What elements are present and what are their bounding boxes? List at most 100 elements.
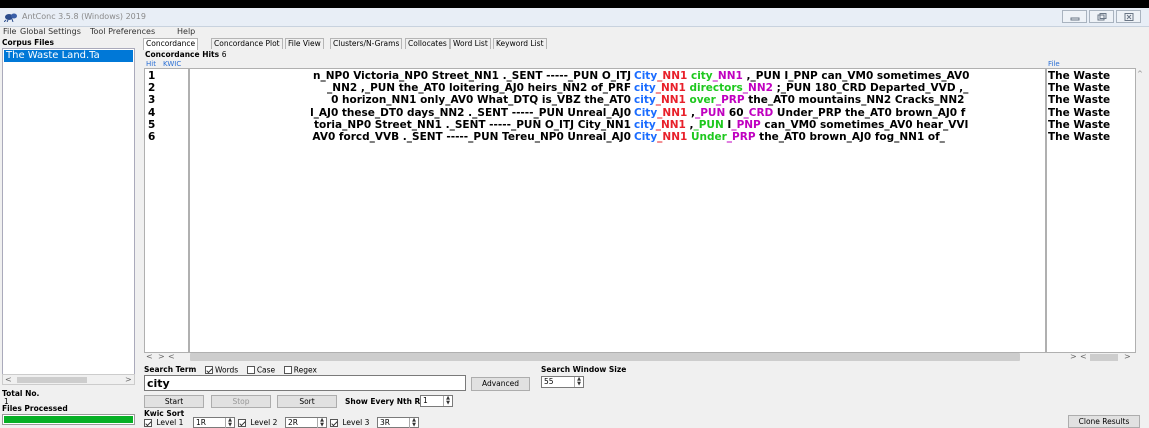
kwic-token: _NN1: [655, 118, 686, 131]
start-button[interactable]: Start: [144, 395, 204, 408]
spinner-arrows-icon[interactable]: ▲ ▼: [574, 377, 583, 387]
file-name[interactable]: The Waste: [1048, 94, 1110, 106]
scroll-left-icon[interactable]: <: [168, 352, 175, 361]
clone-results-button[interactable]: Clone Results: [1068, 415, 1140, 428]
kwic-token: Under_PRP the_AT0 brown_AJ0 f: [773, 106, 966, 119]
menu-help[interactable]: Help: [177, 27, 195, 36]
antconc-logo-icon: [3, 11, 18, 23]
scroll-right-icon[interactable]: >: [1124, 352, 1131, 361]
file-name[interactable]: The Waste: [1048, 82, 1110, 94]
search-term-row: Search Term Words Case Regex: [144, 365, 317, 375]
spinner-arrows-icon[interactable]: ▲ ▼: [225, 418, 234, 428]
kwic-left-context: toria_NP0 Street_NN1 ._SENT -----_PUN O_…: [314, 118, 631, 131]
title-bar: AntConc 3.5.8 (Windows) 2019: [0, 8, 1149, 27]
tab-keyword-list[interactable]: Keyword List: [493, 38, 547, 49]
file-name[interactable]: The Waste: [1048, 70, 1110, 82]
kwic-row[interactable]: toria_NP0 Street_NN1 ._SENT -----_PUN O_…: [190, 118, 1045, 131]
results-horizontal-scrollbar[interactable]: < > < > < >: [144, 352, 1146, 363]
case-checkbox[interactable]: [246, 366, 255, 374]
menu-tool-preferences[interactable]: Tool Preferences: [90, 27, 155, 36]
advanced-button[interactable]: Advanced: [471, 377, 530, 391]
words-checkbox[interactable]: [205, 366, 213, 374]
file-name[interactable]: The Waste: [1048, 107, 1110, 119]
kwic-token: Under: [690, 131, 727, 143]
menu-global-settings[interactable]: Global Settings: [20, 27, 81, 36]
kwic-token: city: [690, 70, 713, 82]
scroll-thumb[interactable]: [17, 377, 87, 383]
spinner-arrows-icon[interactable]: ▲ ▼: [317, 418, 326, 428]
show-every-nth-row-spinner[interactable]: 1 ▲ ▼: [420, 395, 453, 407]
kwic-row[interactable]: l_AJ0 these_DT0 days_NN2 ._SENT -----_PU…: [190, 106, 1045, 119]
scroll-right-icon[interactable]: >: [158, 352, 165, 361]
search-window-size-value: 55: [544, 377, 554, 386]
kwic-token: _NN2: [742, 82, 773, 95]
concordance-hits-count: 6: [221, 50, 227, 59]
kwic-token: City: [634, 131, 658, 143]
menu-file[interactable]: File: [3, 27, 16, 36]
file-name[interactable]: The Waste: [1048, 119, 1110, 131]
corpus-list-scrollbar[interactable]: < >: [2, 374, 135, 385]
kwic-scroll-thumb[interactable]: [190, 353, 1020, 361]
corpus-files-list[interactable]: The Waste Land.Ta: [2, 48, 135, 381]
kwic-token: city: [634, 94, 656, 107]
level-1-label: Level 1: [156, 418, 184, 427]
stop-button[interactable]: Stop: [211, 395, 271, 408]
results-vertical-scrollbar[interactable]: ^: [1136, 68, 1146, 353]
tab-collocates[interactable]: Collocates: [405, 38, 450, 49]
kwic-token: _CRD: [743, 106, 774, 119]
corpus-file-item[interactable]: The Waste Land.Ta: [4, 50, 133, 62]
scroll-left-icon[interactable]: <: [1080, 352, 1087, 361]
sort-button[interactable]: Sort: [277, 395, 337, 408]
regex-label: Regex: [293, 365, 317, 375]
file-column[interactable]: The Waste The Waste The Waste The Waste The …: [1046, 68, 1136, 353]
kwic-sort-level-3: Level 3: [330, 418, 369, 427]
kwic-row[interactable]: n_NP0 Victoria_NP0 Street_NN1 ._SENT ---…: [190, 70, 1045, 82]
tab-concordance-plot[interactable]: Concordance Plot: [211, 38, 283, 49]
kwic-results-pane[interactable]: n_NP0 Victoria_NP0 Street_NN1 ._SENT ---…: [189, 68, 1046, 353]
level-3-checkbox[interactable]: [330, 419, 338, 427]
scroll-right-icon[interactable]: >: [125, 375, 132, 384]
kwic-row[interactable]: _NN2 ,_PUN the_AT0 loitering_AJ0 heirs_N…: [190, 82, 1045, 94]
column-header-file[interactable]: File: [1048, 60, 1060, 68]
level-2-label: Level 2: [250, 418, 278, 427]
window-title: AntConc 3.5.8 (Windows) 2019: [22, 12, 146, 21]
tab-file-view[interactable]: File View: [285, 38, 324, 49]
kwic-left-context: l_AJ0 these_DT0 days_NN2 ._SENT -----_PU…: [310, 106, 631, 119]
scroll-right-icon[interactable]: >: [1070, 352, 1077, 361]
restore-button[interactable]: [1089, 10, 1114, 23]
file-scroll-thumb[interactable]: [1090, 354, 1118, 361]
regex-checkbox[interactable]: [283, 366, 292, 374]
level-1-spinner[interactable]: 1R ▲ ▼: [193, 417, 235, 428]
level-2-checkbox[interactable]: [238, 419, 246, 427]
minimize-button[interactable]: [1062, 10, 1087, 23]
search-window-size-spinner[interactable]: 55 ▲ ▼: [541, 376, 584, 388]
concordance-hits: Concordance Hits 6: [145, 50, 227, 59]
kwic-token: _PRP: [715, 94, 745, 107]
kwic-token: city: [634, 82, 656, 95]
level-2-value: 2R: [288, 418, 298, 427]
scroll-up-icon[interactable]: ^: [1137, 70, 1143, 78]
close-icon: [1124, 13, 1134, 21]
column-header-hit[interactable]: Hit: [146, 60, 156, 68]
scroll-left-icon[interactable]: <: [5, 375, 12, 384]
kwic-row[interactable]: 0 horizon_NN1 only_AV0 What_DTQ is_VBZ t…: [190, 94, 1045, 107]
search-input[interactable]: [144, 375, 466, 391]
tab-clusters-ngrams[interactable]: Clusters/N-Grams: [330, 38, 403, 49]
kwic-hit-and-right-context: city_NN1 directors_NN2 ;_PUN 180_CRD Dep…: [634, 82, 968, 94]
kwic-token: city: [634, 118, 656, 131]
case-label: Case: [256, 365, 276, 375]
scroll-left-icon[interactable]: <: [146, 352, 153, 361]
close-button[interactable]: [1116, 10, 1141, 23]
hit-number-column[interactable]: 123456: [144, 68, 189, 353]
level-3-spinner[interactable]: 3R ▲ ▼: [377, 417, 419, 428]
tab-concordance[interactable]: Concordance: [143, 38, 199, 50]
level-1-checkbox[interactable]: [144, 419, 152, 427]
kwic-row[interactable]: AV0 forcd_VVB ._SENT -----_PUN Tereu_NP0…: [190, 131, 1045, 143]
spinner-arrows-icon[interactable]: ▲ ▼: [443, 396, 452, 406]
kwic-token: _PUN: [694, 106, 726, 119]
tab-word-list[interactable]: Word List: [450, 38, 491, 49]
column-header-kwic[interactable]: KWIC: [163, 60, 181, 68]
file-name[interactable]: The Waste: [1048, 131, 1110, 143]
spinner-arrows-icon[interactable]: ▲ ▼: [409, 418, 418, 428]
level-2-spinner[interactable]: 2R ▲ ▼: [285, 417, 327, 428]
